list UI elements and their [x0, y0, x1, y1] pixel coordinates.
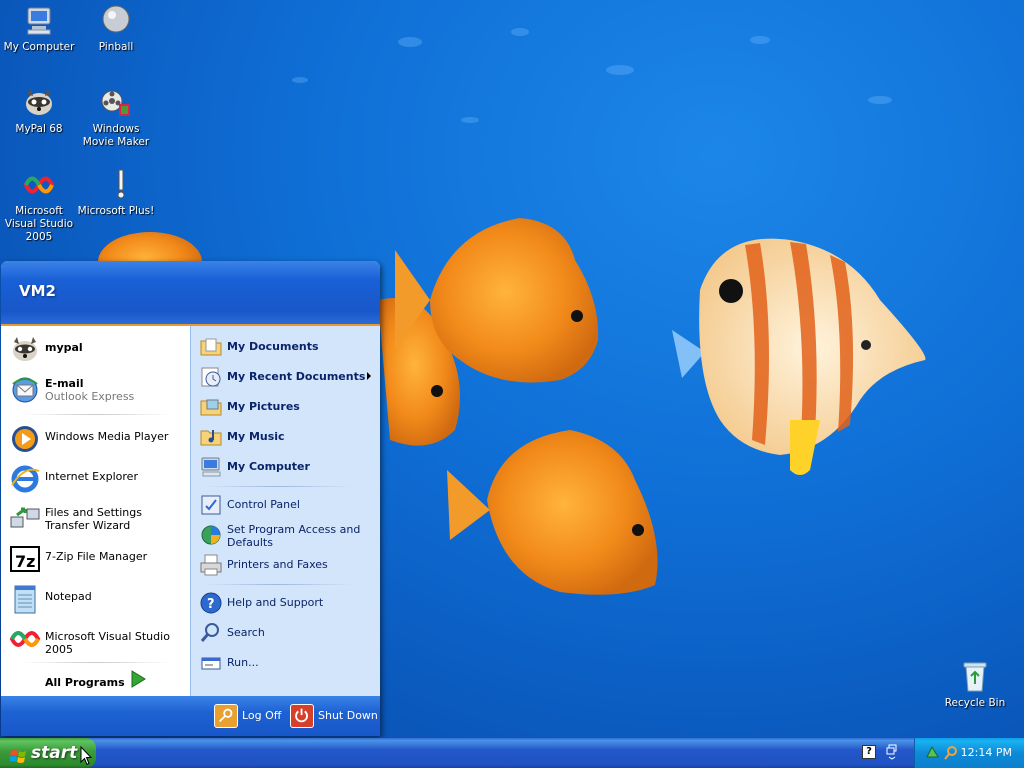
- separator: [21, 662, 171, 663]
- visual-studio-icon: [22, 168, 56, 202]
- desktop-icon-microsoft-plus[interactable]: Microsoft Plus!: [77, 168, 155, 218]
- system-tray: 12:14 PM: [914, 738, 1024, 768]
- folder-documents-icon: [199, 335, 223, 359]
- submenu-arrow-icon: [367, 372, 371, 380]
- desktop-icon-mypal[interactable]: MyPal 68: [0, 86, 78, 136]
- recycle-bin-icon: [958, 660, 992, 694]
- recent-item-transfer-wizard[interactable]: Files and Settings Transfer Wizard: [7, 501, 187, 537]
- place-my-computer[interactable]: My Computer: [199, 454, 377, 480]
- raccoon-icon: [9, 334, 41, 366]
- separator: [203, 486, 353, 487]
- clock[interactable]: 12:14 PM: [961, 746, 1012, 759]
- raccoon-icon: [22, 86, 56, 120]
- start-menu-programs-pane: mypal E-mail Outlook Express Windows Med…: [1, 326, 190, 696]
- svg-text:7z: 7z: [15, 552, 35, 571]
- recent-item-notepad[interactable]: Notepad: [7, 581, 187, 617]
- start-label: start: [31, 743, 78, 763]
- email-icon: [9, 374, 41, 406]
- 7zip-icon: 7z: [9, 543, 41, 575]
- place-my-recent-documents[interactable]: My Recent Documents: [199, 364, 377, 390]
- recent-item-media-player[interactable]: Windows Media Player: [7, 421, 187, 457]
- tool-run[interactable]: Run...: [199, 650, 377, 676]
- all-programs-button[interactable]: All Programs: [45, 676, 125, 689]
- start-menu-header: VM2: [1, 261, 380, 326]
- visual-studio-icon: [9, 623, 41, 655]
- pinned-item-mypal[interactable]: mypal: [7, 332, 187, 368]
- place-my-pictures[interactable]: My Pictures: [199, 394, 377, 420]
- tool-help-and-support[interactable]: ? Help and Support: [199, 590, 377, 616]
- desktop-icon-movie-maker[interactable]: Windows Movie Maker: [77, 86, 155, 149]
- desktop-icon-pinball[interactable]: Pinball: [77, 4, 155, 54]
- svg-text:?: ?: [207, 597, 215, 612]
- printer-icon: [199, 553, 223, 577]
- search-icon: [199, 621, 223, 645]
- key-icon: [214, 704, 238, 728]
- place-my-music[interactable]: My Music: [199, 424, 377, 450]
- place-my-documents[interactable]: My Documents: [199, 334, 377, 360]
- power-icon: [290, 704, 314, 728]
- pinball-icon: [99, 4, 133, 38]
- notepad-icon: [9, 583, 41, 615]
- recent-item-internet-explorer[interactable]: Internet Explorer: [7, 461, 187, 497]
- start-menu: VM2 mypal E-mail Outlook Express Windows…: [1, 261, 380, 736]
- network-icon[interactable]: [925, 745, 940, 760]
- film-icon: [99, 86, 133, 120]
- plus-icon: [99, 168, 133, 202]
- folder-music-icon: [199, 425, 223, 449]
- program-defaults-icon: [199, 523, 223, 547]
- recent-documents-icon: [199, 365, 223, 389]
- start-menu-places-pane: My Documents My Recent Documents My Pict…: [190, 326, 380, 696]
- tool-search[interactable]: Search: [199, 620, 377, 646]
- email-sublabel: Outlook Express: [45, 390, 135, 403]
- desktop-icon-visual-studio[interactable]: Microsoft Visual Studio 2005: [0, 168, 78, 244]
- control-panel-icon: [199, 493, 223, 517]
- computer-icon: [22, 4, 56, 38]
- folder-pictures-icon: [199, 395, 223, 419]
- settings-control-panel[interactable]: Control Panel: [199, 492, 377, 518]
- help-icon: ?: [199, 591, 223, 615]
- recent-item-7zip[interactable]: 7z 7-Zip File Manager: [7, 541, 187, 577]
- internet-explorer-icon: [9, 463, 41, 495]
- search-tray-icon[interactable]: [943, 745, 958, 760]
- pinned-item-email[interactable]: E-mail Outlook Express: [7, 372, 187, 408]
- run-icon: [199, 651, 223, 675]
- restore-icon[interactable]: [886, 744, 898, 760]
- start-menu-footer: Log Off Shut Down: [1, 696, 380, 736]
- help-tray-icon[interactable]: ?: [862, 745, 876, 759]
- desktop-icon-my-computer[interactable]: My Computer: [0, 4, 78, 54]
- media-player-icon: [9, 423, 41, 455]
- computer-icon: [199, 455, 223, 479]
- mouse-cursor-icon: [80, 746, 92, 766]
- user-name: VM2: [19, 282, 56, 300]
- email-label: E-mail: [45, 377, 84, 390]
- separator: [21, 414, 171, 415]
- arrow-right-icon: [129, 669, 147, 689]
- windows-logo-icon: [9, 745, 27, 763]
- settings-printers-faxes[interactable]: Printers and Faxes: [199, 552, 377, 578]
- separator: [203, 584, 353, 585]
- settings-program-defaults[interactable]: Set Program Access and Defaults: [199, 522, 377, 552]
- desktop-icon-recycle-bin[interactable]: Recycle Bin: [936, 660, 1014, 710]
- transfer-wizard-icon: [9, 503, 41, 535]
- recent-item-visual-studio[interactable]: Microsoft Visual Studio 2005: [7, 621, 187, 657]
